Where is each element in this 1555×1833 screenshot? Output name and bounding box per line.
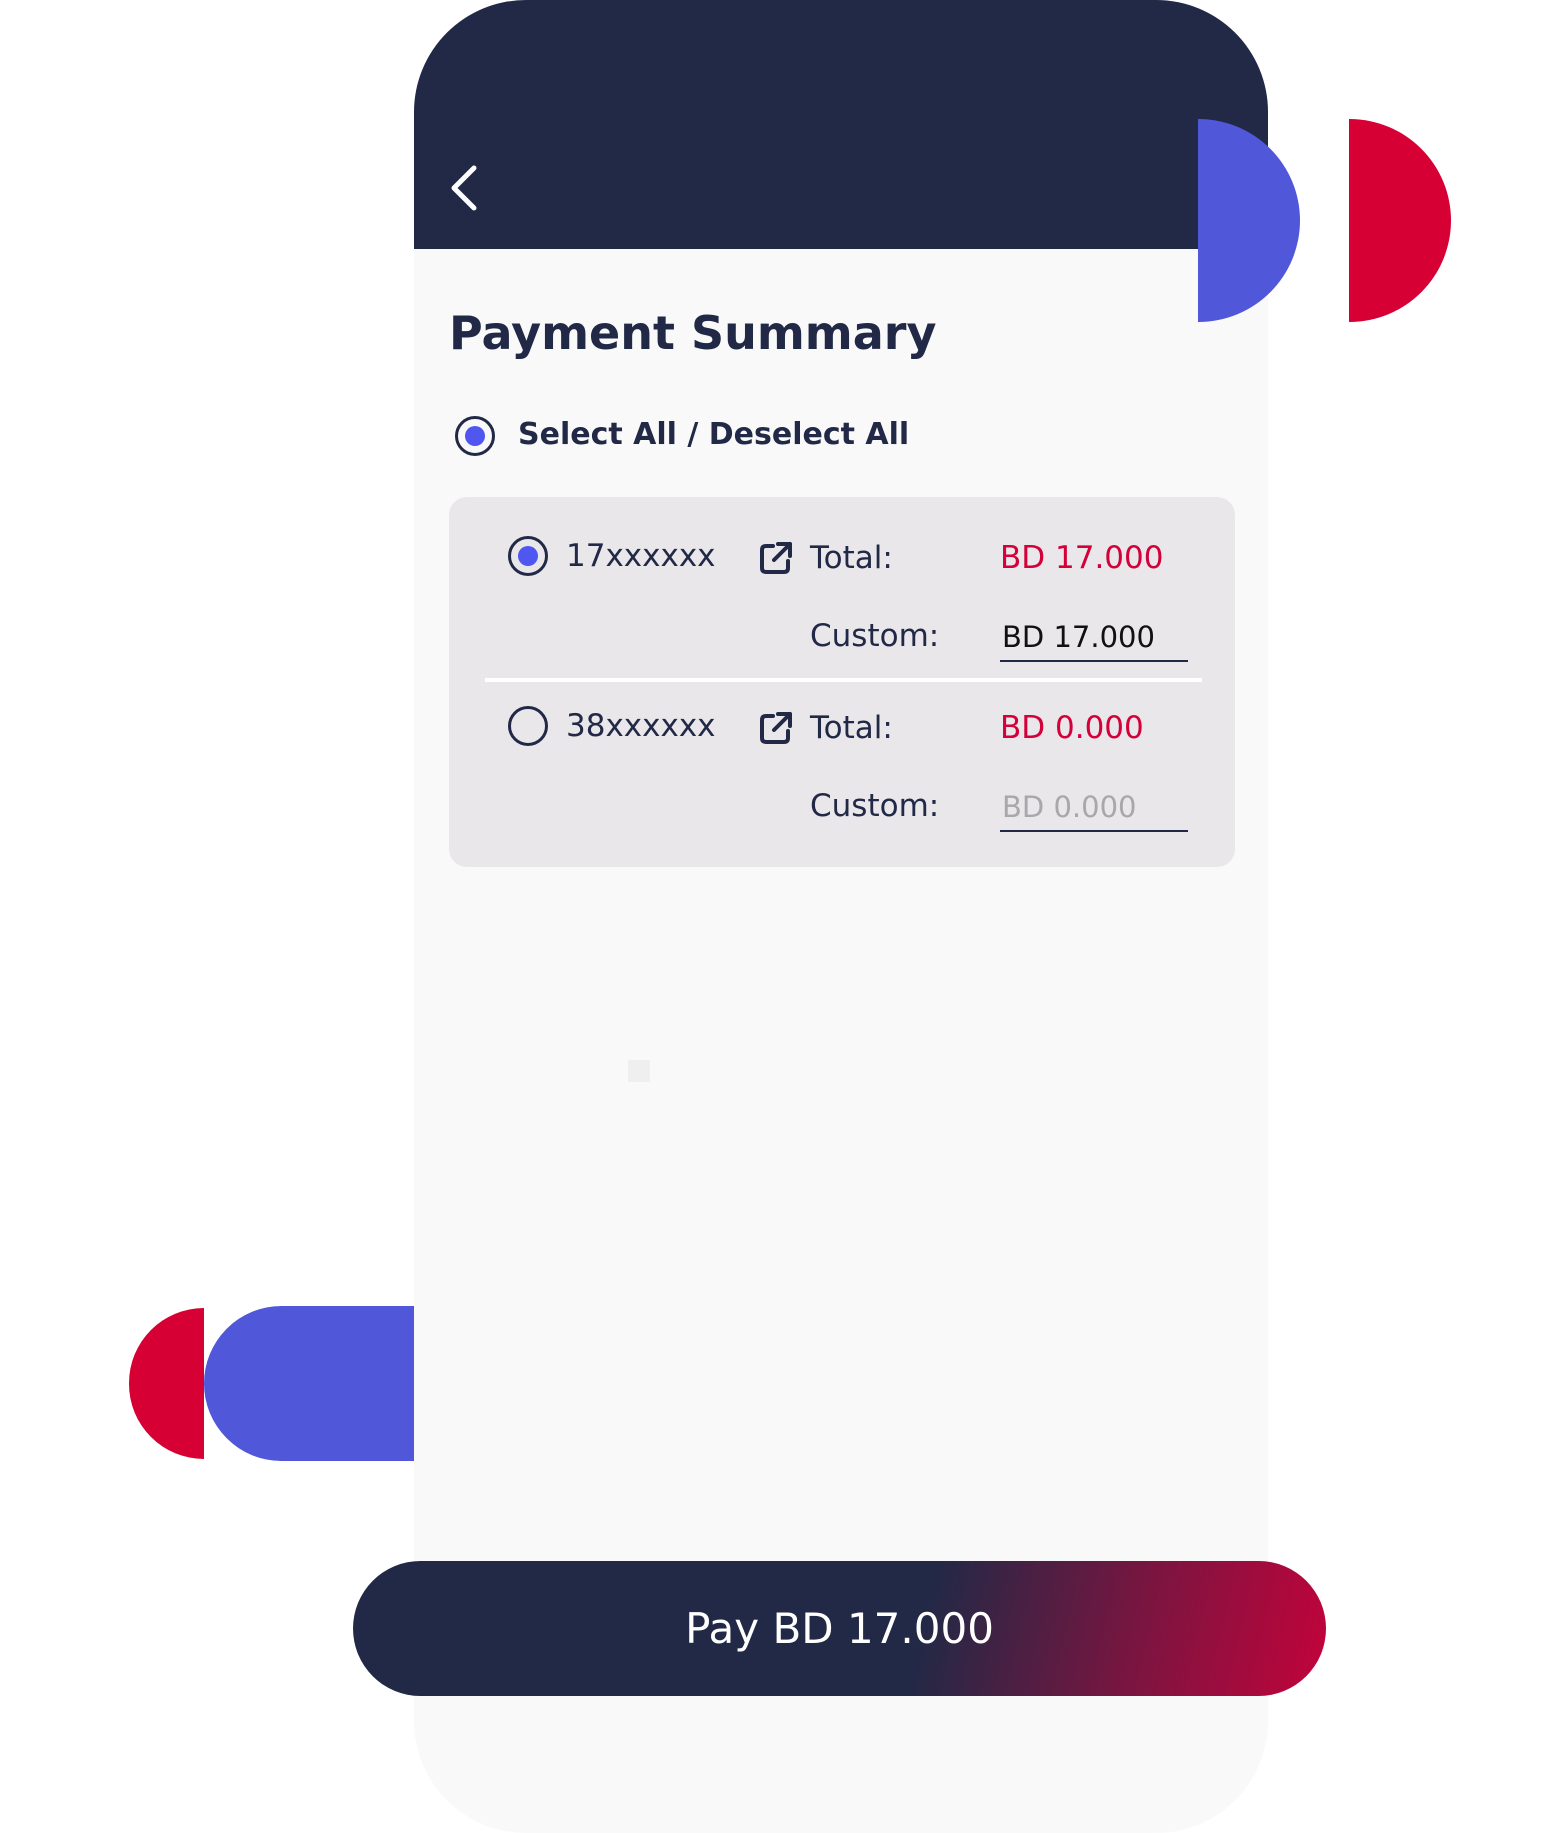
back-button[interactable] [442, 160, 490, 216]
account-2-custom-amount-input[interactable] [1000, 784, 1188, 832]
account-1-custom-amount-input[interactable] [1000, 614, 1188, 662]
select-all-radio[interactable] [455, 416, 495, 456]
account-2-radio[interactable] [508, 706, 548, 746]
account-1-custom-label: Custom: [810, 618, 940, 654]
faint-placeholder-square [628, 1060, 650, 1082]
select-all-label: Select All / Deselect All [518, 417, 910, 452]
account-2-total-label: Total: [810, 710, 893, 746]
phone-screen: Payment Summary Select All / Deselect Al… [414, 0, 1268, 1833]
account-2-number: 38xxxxxx [566, 708, 716, 744]
account-1-number: 17xxxxxx [566, 538, 716, 574]
chevron-left-icon [451, 165, 477, 211]
account-1-total-value: BD 17.000 [1000, 540, 1164, 576]
decorative-blue-half-circle-top [1198, 119, 1300, 322]
row-divider [485, 678, 1202, 682]
decorative-blue-pill-left [204, 1306, 415, 1461]
pay-button[interactable]: Pay BD 17.000 [353, 1561, 1326, 1696]
page-title: Payment Summary [449, 306, 937, 360]
account-1-total-label: Total: [810, 540, 893, 576]
account-2-custom-label: Custom: [810, 788, 940, 824]
decorative-red-half-circle-left [129, 1308, 204, 1459]
external-link-icon[interactable] [756, 708, 796, 748]
decorative-red-half-circle-top [1349, 119, 1451, 322]
radio-selected-dot [465, 426, 485, 446]
external-link-icon[interactable] [756, 538, 796, 578]
account-1-radio[interactable] [508, 536, 548, 576]
radio-selected-dot [518, 546, 538, 566]
app-header [414, 0, 1268, 249]
account-2-total-value: BD 0.000 [1000, 710, 1144, 746]
